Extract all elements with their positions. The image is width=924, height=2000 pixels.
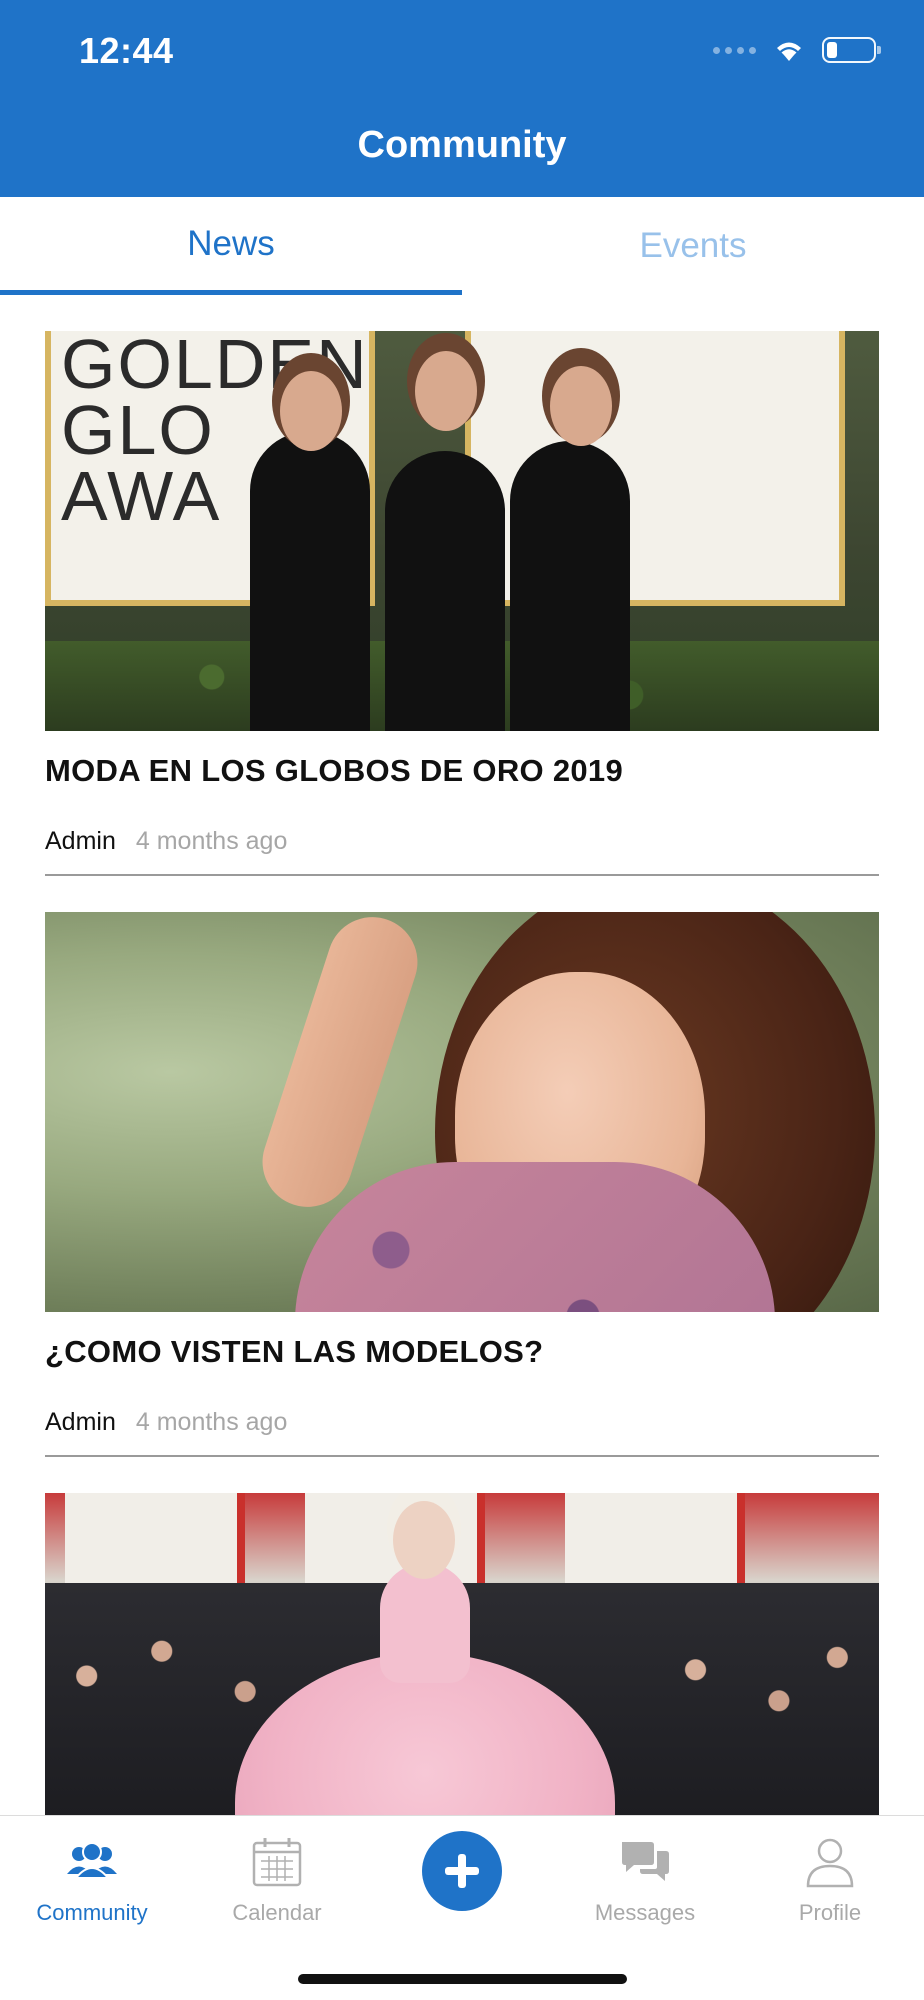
nav-community[interactable]: Community [12, 1834, 172, 1926]
battery-icon [822, 37, 881, 63]
add-post-button[interactable] [422, 1831, 502, 1911]
news-image[interactable]: GOLDEN GLO AWA [45, 331, 879, 731]
cellular-signal-icon [713, 46, 756, 54]
person-figure [250, 431, 370, 731]
news-author: Admin [45, 1408, 116, 1436]
plus-icon [445, 1854, 479, 1888]
nav-label-profile: Profile [798, 1900, 862, 1925]
person-head [415, 351, 477, 431]
news-card[interactable]: GOLDEN GLO AWA MODA EN LOS GLOBOS DE ORO… [45, 331, 879, 876]
news-time: 4 months ago [135, 827, 288, 855]
news-title[interactable]: ¿COMO VISTEN LAS MODELOS? [45, 1334, 879, 1370]
person-figure [510, 441, 630, 731]
news-title[interactable]: MODA EN LOS GLOBOS DE ORO 2019 [45, 753, 879, 789]
news-meta: Admin 4 months ago [45, 1408, 879, 1457]
gown-bodice [380, 1563, 470, 1683]
calendar-icon [252, 1838, 302, 1887]
nav-label-calendar: Calendar [232, 1900, 322, 1925]
nav-label-messages: Messages [594, 1900, 696, 1925]
news-image[interactable] [45, 912, 879, 1312]
person-head [393, 1501, 455, 1579]
nav-label-community: Community [36, 1900, 148, 1925]
person-head [550, 366, 612, 446]
wifi-icon [777, 42, 801, 61]
news-author: Admin [45, 827, 116, 855]
messages-icon [622, 1842, 669, 1881]
bottom-navigation: Community Calendar Messages Profile [0, 1815, 924, 2000]
nav-messages[interactable]: Messages [565, 1834, 725, 1926]
tab-news[interactable]: News [0, 197, 462, 295]
profile-icon [806, 1838, 854, 1888]
page-title: Community [357, 124, 567, 166]
status-time: 12:44 [79, 30, 174, 71]
home-indicator [298, 1974, 627, 1984]
status-icons [713, 34, 881, 66]
nav-profile[interactable]: Profile [750, 1834, 910, 1926]
person-figure [385, 451, 505, 731]
tab-events[interactable]: Events [462, 197, 924, 295]
news-card[interactable]: ¿COMO VISTEN LAS MODELOS? Admin 4 months… [45, 912, 879, 1457]
news-time: 4 months ago [135, 1408, 288, 1436]
news-meta: Admin 4 months ago [45, 827, 879, 876]
screen: 12:44 Community News Events GOLDEN GLO A… [0, 0, 924, 2000]
person-head [280, 371, 342, 451]
community-icon [67, 1842, 117, 1879]
nav-calendar[interactable]: Calendar [197, 1834, 357, 1926]
top-bar: 12:44 Community [0, 0, 924, 197]
news-feed: GOLDEN GLO AWA MODA EN LOS GLOBOS DE ORO… [45, 331, 879, 1893]
tab-bar: News Events [0, 197, 924, 295]
